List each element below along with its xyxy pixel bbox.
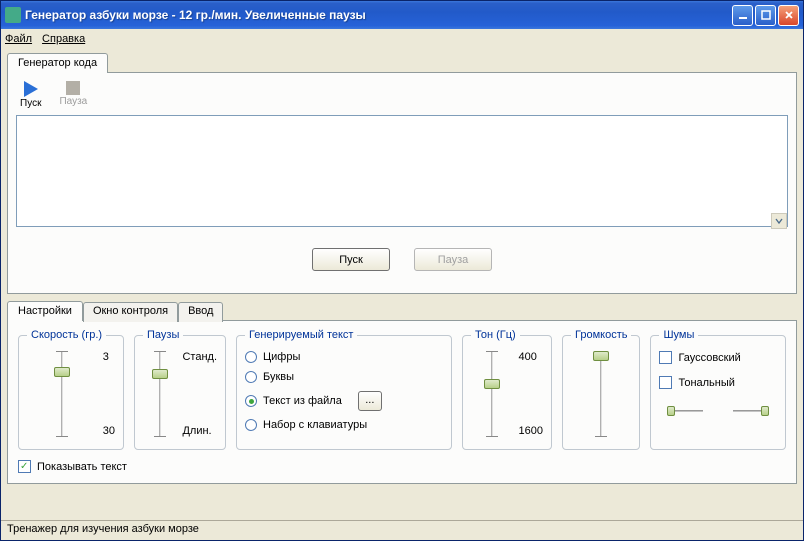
text-input[interactable]: [16, 115, 788, 227]
volume-slider[interactable]: [591, 349, 611, 439]
toolbar-play[interactable]: Пуск: [20, 81, 41, 109]
group-noise: Шумы Гауссовский Тональный: [650, 329, 786, 450]
group-pauses: Паузы Станд. Длин.: [134, 329, 226, 450]
noise-gaussian-slider[interactable]: [667, 405, 703, 417]
maximize-button[interactable]: [755, 5, 776, 26]
radio-keyboard[interactable]: Набор с клавиатуры: [245, 419, 443, 431]
check-gaussian[interactable]: Гауссовский: [659, 351, 777, 364]
group-speed: Скорость (гр.) 3 30: [18, 329, 124, 450]
menu-file[interactable]: Файл: [5, 33, 32, 45]
group-volume: Громкость: [562, 329, 640, 450]
radio-letters[interactable]: Буквы: [245, 371, 443, 383]
toolbar-pause[interactable]: Пауза: [59, 81, 87, 109]
app-icon: [5, 7, 21, 23]
radio-digits[interactable]: Цифры: [245, 351, 443, 363]
pause-button[interactable]: Пауза: [414, 248, 492, 271]
tab-control[interactable]: Окно контроля: [83, 302, 178, 322]
speed-slider[interactable]: [52, 349, 72, 439]
scroll-down-button[interactable]: [771, 213, 787, 229]
browse-button[interactable]: ...: [358, 391, 382, 411]
window-title: Генератор азбуки морзе - 12 гр./мин. Уве…: [25, 8, 732, 22]
radio-file[interactable]: Текст из файла ...: [245, 391, 443, 411]
tone-slider[interactable]: [482, 349, 502, 439]
menubar: Файл Справка: [1, 29, 803, 49]
close-button[interactable]: [778, 5, 799, 26]
noise-tonal-slider[interactable]: [733, 405, 769, 417]
menu-help[interactable]: Справка: [42, 33, 85, 45]
start-button[interactable]: Пуск: [312, 248, 390, 271]
statusbar: Тренажер для изучения азбуки морзе: [1, 520, 803, 540]
group-generated-text: Генерируемый текст Цифры Буквы Текст из …: [236, 329, 452, 450]
settings-panel: Скорость (гр.) 3 30 Пауз: [7, 320, 797, 484]
minimize-icon: [738, 10, 748, 20]
chevron-down-icon: [775, 217, 783, 225]
tab-input[interactable]: Ввод: [178, 302, 223, 322]
generator-panel: Пуск Пауза Пуск Пауза: [7, 72, 797, 294]
group-tone: Тон (Гц) 400 1600: [462, 329, 552, 450]
play-icon: [24, 81, 38, 97]
tab-settings[interactable]: Настройки: [7, 301, 83, 321]
titlebar: Генератор азбуки морзе - 12 гр./мин. Уве…: [1, 1, 803, 29]
pause-icon: [66, 81, 80, 95]
tab-generator[interactable]: Генератор кода: [7, 53, 108, 73]
pauses-slider[interactable]: [150, 349, 170, 439]
minimize-button[interactable]: [732, 5, 753, 26]
maximize-icon: [761, 10, 771, 20]
check-show-text[interactable]: ✓ Показывать текст: [18, 460, 786, 473]
check-tonal[interactable]: Тональный: [659, 376, 777, 389]
close-icon: [784, 10, 794, 20]
app-window: Генератор азбуки морзе - 12 гр./мин. Уве…: [0, 0, 804, 541]
